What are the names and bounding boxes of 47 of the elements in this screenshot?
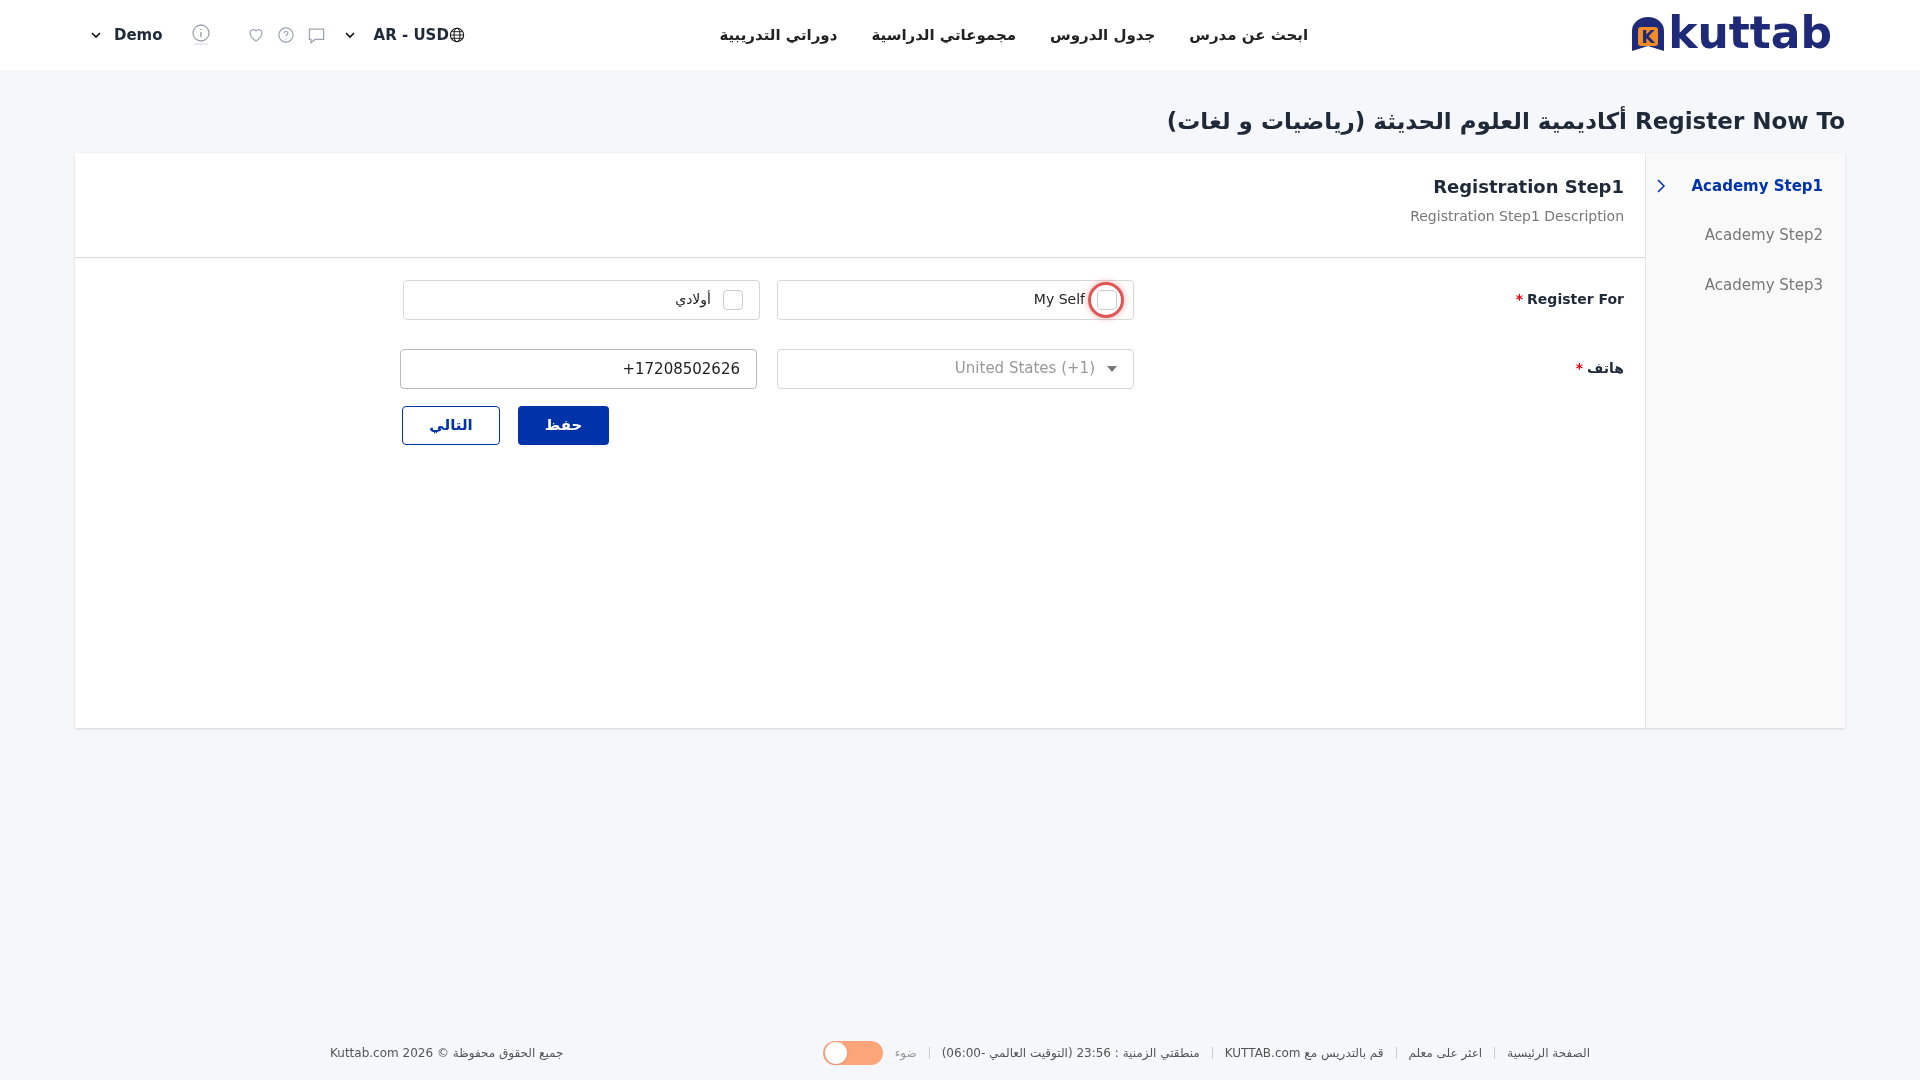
step-tab[interactable]: Academy Step3 <box>1704 273 1823 296</box>
chevron-icon <box>1655 178 1666 193</box>
checkbox-option[interactable]: أولادي <box>403 279 760 320</box>
form-description: Registration Step1 Description <box>1410 206 1624 226</box>
timezone-text: منطقتي الزمنية : 23:56 (التوقيت العالمي -06:00) <box>941 1044 1200 1062</box>
info-icon[interactable] <box>190 24 211 46</box>
theme-label: ضوء <box>894 1044 917 1062</box>
field-label: هاتف <box>1587 359 1624 378</box>
heart-icon[interactable] <box>246 26 265 44</box>
user-menu[interactable]: Demo <box>90 23 163 47</box>
form-title: Registration Step1 <box>1433 174 1624 199</box>
nav-link[interactable]: جدول الدروس <box>1050 23 1156 47</box>
caret-icon <box>90 29 102 41</box>
option-label: My Self <box>1033 290 1085 309</box>
language-menu[interactable]: AR - USD <box>343 23 465 47</box>
checkbox[interactable] <box>723 289 743 310</box>
divider <box>1395 1046 1397 1059</box>
phone-input[interactable]: +17208502626 <box>400 348 757 389</box>
required-mark: * <box>1575 359 1584 378</box>
save-button[interactable]: حفظ <box>518 405 609 445</box>
dropdown-caret-icon <box>1107 365 1117 372</box>
caret-icon <box>343 29 356 41</box>
step-tab[interactable]: Academy Step2 <box>1704 224 1823 247</box>
option-label: أولادي <box>675 289 711 310</box>
divider <box>1494 1046 1496 1059</box>
checkbox[interactable] <box>1097 289 1117 310</box>
step-tab[interactable]: Academy Step1 <box>1655 174 1823 197</box>
field-label: Register For <box>1527 290 1624 309</box>
globe-icon <box>448 27 465 43</box>
divider <box>1211 1046 1213 1059</box>
copyright-text: جميع الحقوق محفوظة © 2026 Kuttab.com <box>330 1044 564 1062</box>
required-mark: * <box>1515 290 1524 309</box>
footer-link[interactable]: الصفحة الرئيسية <box>1507 1043 1590 1062</box>
next-button[interactable]: التالي <box>402 405 500 445</box>
checkbox-option[interactable]: My Self <box>777 279 1134 320</box>
logo[interactable]: K kuttab <box>1628 15 1832 55</box>
nav-link[interactable]: ابحث عن مدرس <box>1189 23 1309 47</box>
nav-link[interactable]: دوراتي التدريبية <box>719 23 838 47</box>
toggle-knob <box>824 1041 847 1064</box>
nav-link[interactable]: مجموعاتي الدراسية <box>871 23 1017 47</box>
click-indicator <box>1088 281 1124 318</box>
page-title: Register Now To أكاديمية العلوم الحديثة (رياضيات و لغات) <box>1165 105 1845 137</box>
footer-link[interactable]: قم بالتدريس مع KUTTAB.com <box>1224 1043 1384 1062</box>
divider <box>928 1046 930 1059</box>
footer-link[interactable]: اعثر على معلم <box>1408 1043 1483 1062</box>
theme-toggle[interactable] <box>822 1040 883 1065</box>
help-icon[interactable] <box>276 26 295 44</box>
